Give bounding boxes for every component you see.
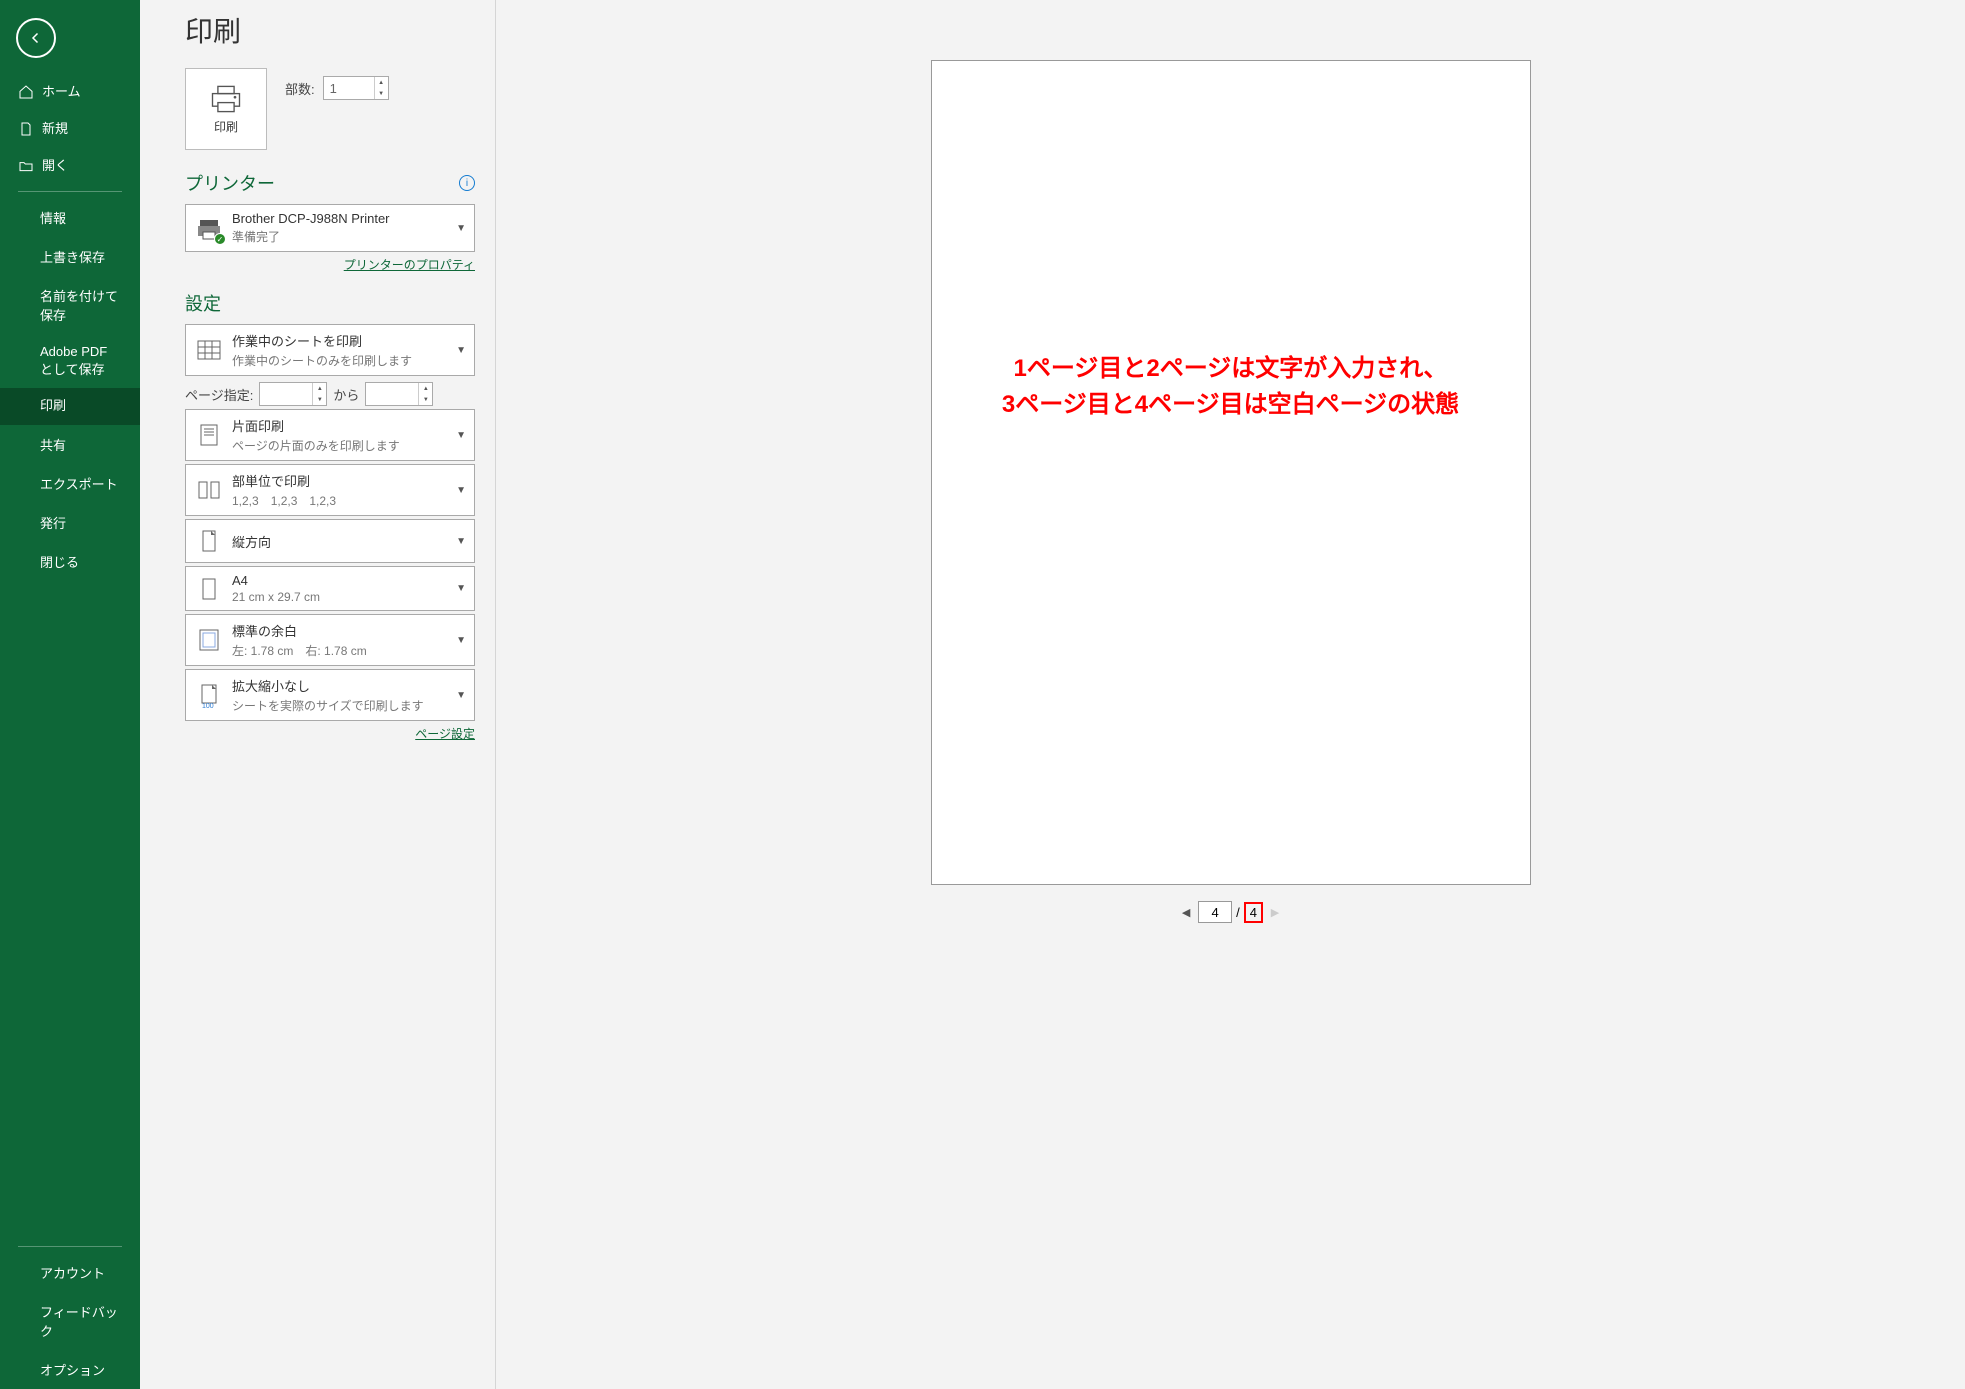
svg-text:100: 100 <box>202 703 214 709</box>
scaling-icon: 100 <box>195 681 223 709</box>
print-settings-panel: 印刷 印刷 部数: 1 ▲ <box>140 0 495 1389</box>
setting-collate[interactable]: 部単位で印刷1,2,3 1,2,3 1,2,3 ▼ <box>185 464 475 516</box>
collate-icon <box>195 476 223 504</box>
print-preview-panel: 1ページ目と2ページは文字が入力され、 3ページ目と4ページ目は空白ページの状態… <box>495 0 1965 1389</box>
chevron-down-icon: ▼ <box>456 485 466 496</box>
sidebar-home[interactable]: ホーム <box>0 74 140 111</box>
copies-value: 1 <box>330 81 337 96</box>
page-title: 印刷 <box>185 10 475 50</box>
setting-margins[interactable]: 標準の余白左: 1.78 cm 右: 1.78 cm ▼ <box>185 614 475 666</box>
sidebar-feedback[interactable]: フィードバック <box>0 1292 140 1350</box>
printer-properties-link[interactable]: プリンターのプロパティ <box>344 258 475 272</box>
settings-section-title: 設定 <box>185 290 221 316</box>
setting-orientation[interactable]: 縦方向 ▼ <box>185 519 475 563</box>
single-side-icon <box>195 421 223 449</box>
sidebar-item-close[interactable]: 閉じる <box>0 542 140 581</box>
sidebar-item-print[interactable]: 印刷 <box>0 388 140 425</box>
sidebar-item-publish[interactable]: 発行 <box>0 503 140 542</box>
printer-dropdown[interactable]: Brother DCP-J988N Printer 準備完了 ▼ <box>185 204 475 252</box>
chevron-down-icon: ▼ <box>456 635 466 646</box>
setting-paper-size[interactable]: A421 cm x 29.7 cm ▼ <box>185 566 475 611</box>
current-page-input[interactable] <box>1198 901 1232 923</box>
copies-input[interactable]: 1 ▲ ▼ <box>323 76 389 100</box>
sidebar-item-info[interactable]: 情報 <box>0 198 140 237</box>
printer-icon <box>208 84 244 114</box>
margins-icon <box>195 626 223 654</box>
sidebar-new-label: 新規 <box>42 121 68 138</box>
copies-down[interactable]: ▼ <box>375 88 388 99</box>
printer-status: 準備完了 <box>232 228 450 245</box>
pages-from-input[interactable]: ▲▼ <box>259 382 327 406</box>
sidebar-new[interactable]: 新規 <box>0 111 140 148</box>
sidebar-open[interactable]: 開く <box>0 148 140 185</box>
pages-to-label: から <box>333 385 359 404</box>
total-pages: 4 <box>1244 902 1263 923</box>
sidebar-account[interactable]: アカウント <box>0 1253 140 1292</box>
setting-sides[interactable]: 片面印刷ページの片面のみを印刷します ▼ <box>185 409 475 461</box>
copies-label: 部数: <box>285 79 315 98</box>
sidebar-item-adobepdf[interactable]: Adobe PDF として保存 <box>0 334 140 388</box>
pages-to-input[interactable]: ▲▼ <box>365 382 433 406</box>
next-page-button[interactable]: ▶ <box>1267 902 1283 922</box>
copies-up[interactable]: ▲ <box>375 77 388 88</box>
home-icon <box>18 84 34 100</box>
status-ready-icon <box>214 233 226 245</box>
page-setup-link[interactable]: ページ設定 <box>415 727 475 741</box>
setting-print-what[interactable]: 作業中のシートを印刷作業中のシートのみを印刷します ▼ <box>185 324 475 376</box>
sidebar-home-label: ホーム <box>42 84 81 101</box>
sidebar-item-save[interactable]: 上書き保存 <box>0 237 140 276</box>
chevron-down-icon: ▼ <box>456 345 466 356</box>
sidebar: ホーム 新規 開く 情報 上書き保存 名前を付けて保存 Adobe PDF とし… <box>0 0 140 1389</box>
chevron-down-icon: ▼ <box>456 583 466 594</box>
chevron-down-icon: ▼ <box>456 536 466 547</box>
sidebar-item-export[interactable]: エクスポート <box>0 464 140 503</box>
sheet-grid-icon <box>195 336 223 364</box>
chevron-down-icon: ▼ <box>456 223 466 234</box>
chevron-down-icon: ▼ <box>456 430 466 441</box>
chevron-down-icon: ▼ <box>456 690 466 701</box>
sidebar-item-saveas[interactable]: 名前を付けて保存 <box>0 276 140 334</box>
print-button-label: 印刷 <box>214 118 238 135</box>
printer-section-title: プリンター <box>185 170 275 196</box>
sidebar-item-share[interactable]: 共有 <box>0 425 140 464</box>
preview-page: 1ページ目と2ページは文字が入力され、 3ページ目と4ページ目は空白ページの状態 <box>931 60 1531 885</box>
setting-scaling[interactable]: 100 拡大縮小なしシートを実際のサイズで印刷します ▼ <box>185 669 475 721</box>
arrow-left-icon <box>27 29 45 47</box>
print-button[interactable]: 印刷 <box>185 68 267 150</box>
page-navigation: ◀ / 4 ▶ <box>1178 901 1283 923</box>
portrait-icon <box>195 527 223 555</box>
sidebar-open-label: 開く <box>42 158 68 175</box>
folder-open-icon <box>18 158 34 174</box>
prev-page-button[interactable]: ◀ <box>1178 902 1194 922</box>
printer-name: Brother DCP-J988N Printer <box>232 211 450 226</box>
paper-size-icon <box>195 575 223 603</box>
info-icon[interactable]: i <box>459 175 475 191</box>
sidebar-options[interactable]: オプション <box>0 1350 140 1389</box>
back-button[interactable] <box>16 18 56 58</box>
pages-label: ページ指定: <box>185 385 253 404</box>
annotation-text: 1ページ目と2ページは文字が入力され、 3ページ目と4ページ目は空白ページの状態 <box>962 351 1500 423</box>
file-icon <box>18 121 34 137</box>
